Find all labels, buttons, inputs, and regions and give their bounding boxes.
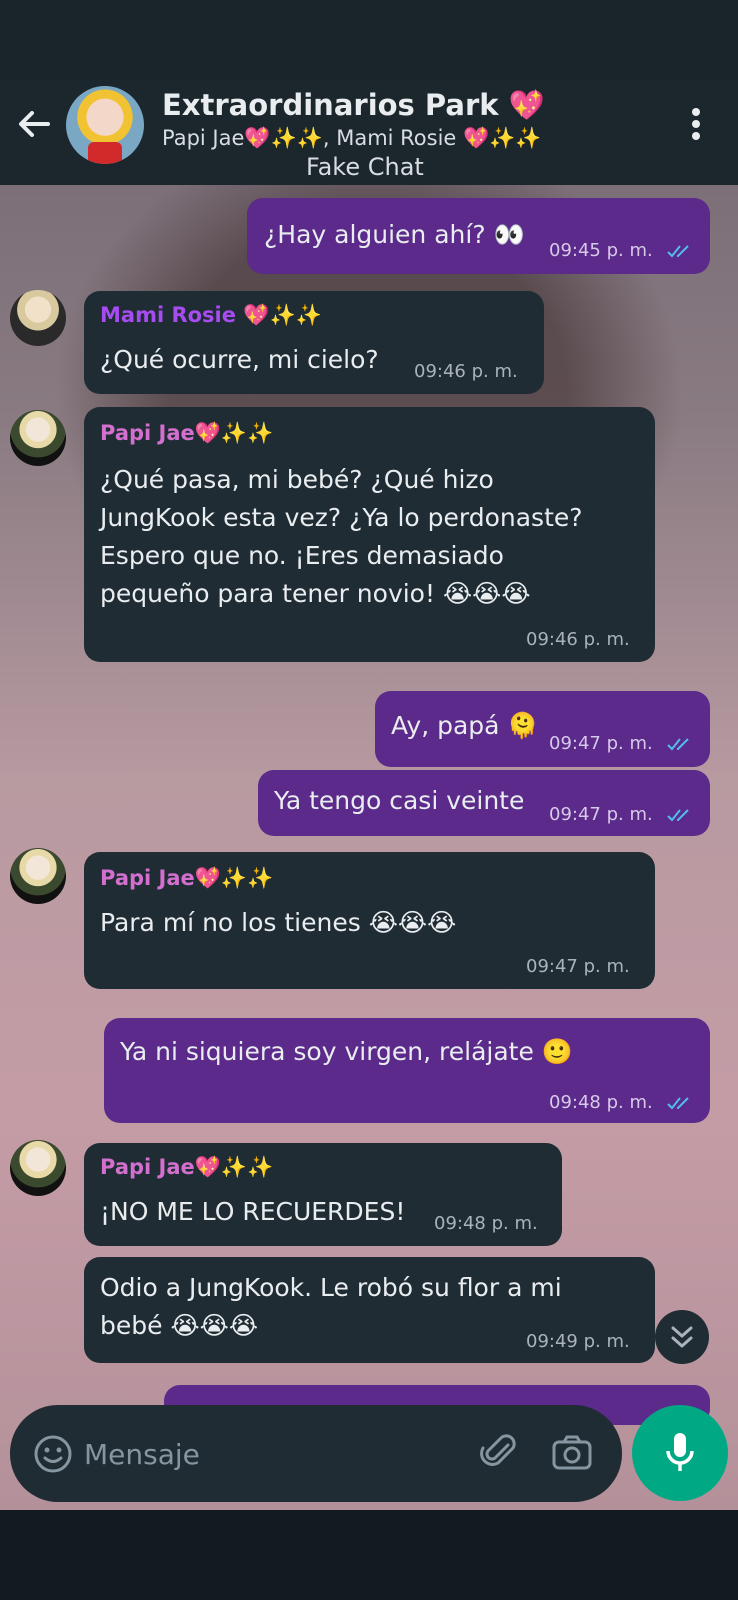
message-text: ¿Qué ocurre, mi cielo? [100, 345, 379, 374]
message-time: 09:48 p. m. [549, 1092, 653, 1113]
message-bubble-incoming[interactable]: Mami Rosie 💖✨✨ ¿Qué ocurre, mi cielo? 09… [84, 291, 544, 394]
message-bubble-incoming[interactable]: Papi Jae💖✨✨ Para mí no los tienes 😭😭😭 09… [84, 852, 655, 989]
composer [0, 1405, 738, 1510]
message-text: Ya ni siquiera soy virgen, relájate 🙂 [120, 1037, 573, 1066]
message-line: JungKook esta vez? ¿Ya lo perdonaste? [100, 503, 583, 532]
message-bubble-outgoing[interactable]: Ya tengo casi veinte 09:47 p. m. [258, 770, 710, 836]
double-chevron-down-icon [671, 1326, 693, 1348]
message-bubble-outgoing[interactable]: Ay, papá 🫠 09:47 p. m. [375, 691, 710, 767]
message-line: Odio a JungKook. Le robó su flor a mi [100, 1273, 562, 1302]
message-bubble-incoming[interactable]: Papi Jae💖✨✨ ¡NO ME LO RECUERDES! 09:48 p… [84, 1143, 562, 1246]
message-time: 09:48 p. m. [434, 1213, 538, 1234]
message-line: ¿Qué pasa, mi bebé? ¿Qué hizo [100, 465, 494, 494]
message-text: Ay, papá 🫠 [391, 711, 539, 740]
read-receipt-icon [667, 738, 689, 751]
scroll-to-bottom-button[interactable] [655, 1310, 709, 1364]
back-arrow-icon[interactable] [12, 102, 56, 146]
paperclip-icon[interactable] [478, 1429, 522, 1473]
read-receipt-icon [667, 245, 689, 258]
message-input[interactable] [82, 1429, 446, 1479]
message-time: 09:45 p. m. [549, 240, 653, 261]
mic-icon [666, 1433, 694, 1471]
status-bar [0, 0, 738, 80]
message-time: 09:47 p. m. [526, 956, 630, 977]
chat-title[interactable]: Extraordinarios Park 💖 [162, 88, 545, 123]
message-time: 09:46 p. m. [414, 361, 518, 382]
message-text: Ya tengo casi veinte [274, 786, 525, 815]
message-text: ¿Hay alguien ahí? 👀 [264, 220, 525, 249]
message-list[interactable]: ¿Hay alguien ahí? 👀 09:45 p. m. Mami Ros… [0, 185, 738, 1510]
message-bubble-incoming[interactable]: Papi Jae💖✨✨ ¿Qué pasa, mi bebé? ¿Qué hiz… [84, 407, 655, 662]
message-text: Para mí no los tienes 😭😭😭 [100, 908, 457, 937]
message-bubble-incoming[interactable]: Odio a JungKook. Le robó su flor a mi be… [84, 1257, 655, 1363]
chat-participants: Papi Jae💖✨✨, Mami Rosie 💖✨✨ [162, 126, 542, 150]
avatar-mami-rosie[interactable] [10, 290, 66, 346]
message-bubble-outgoing[interactable]: ¿Hay alguien ahí? 👀 09:45 p. m. [247, 198, 710, 274]
sender-name[interactable]: Mami Rosie 💖✨✨ [100, 303, 322, 328]
sender-name[interactable]: Papi Jae💖✨✨ [100, 1155, 273, 1180]
emoji-icon[interactable] [32, 1433, 74, 1475]
more-options-icon[interactable] [684, 102, 708, 146]
avatar-papi-jae[interactable] [10, 1140, 66, 1196]
avatar-papi-jae[interactable] [10, 410, 66, 466]
message-field[interactable] [10, 1405, 622, 1502]
message-bubble-outgoing[interactable]: Ya ni siquiera soy virgen, relájate 🙂 09… [104, 1018, 710, 1123]
camera-icon[interactable] [550, 1431, 594, 1475]
sender-name[interactable]: Papi Jae💖✨✨ [100, 866, 273, 891]
group-avatar[interactable] [66, 86, 144, 164]
message-time: 09:47 p. m. [549, 804, 653, 825]
message-time: 09:49 p. m. [526, 1331, 630, 1352]
avatar-papi-jae[interactable] [10, 848, 66, 904]
system-navigation-bar [0, 1510, 738, 1600]
message-line: Espero que no. ¡Eres demasiado [100, 541, 504, 570]
chat-header[interactable]: Extraordinarios Park 💖 Papi Jae💖✨✨, Mami… [0, 80, 738, 185]
message-time: 09:47 p. m. [549, 733, 653, 754]
fake-chat-label: Fake Chat [306, 153, 424, 181]
message-time: 09:46 p. m. [526, 629, 630, 650]
message-line: pequeño para tener novio! 😭😭😭 [100, 579, 531, 608]
message-line: bebé 😭😭😭 [100, 1311, 259, 1340]
read-receipt-icon [667, 1097, 689, 1110]
sender-name[interactable]: Papi Jae💖✨✨ [100, 421, 273, 446]
message-text: ¡NO ME LO RECUERDES! [100, 1197, 406, 1226]
read-receipt-icon [667, 809, 689, 822]
mic-button[interactable] [632, 1405, 728, 1501]
